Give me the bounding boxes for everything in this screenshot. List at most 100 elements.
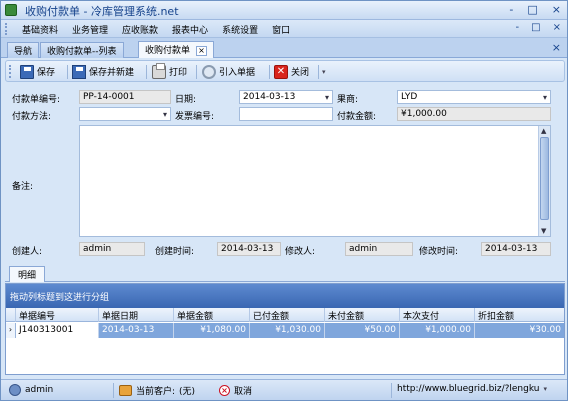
column-header[interactable]: 单据金额 [174,308,250,322]
tab-label: 收购付款单 [145,46,191,56]
tab-navigation[interactable]: 导航 [7,42,40,58]
table-cell[interactable]: ¥1,000.00 [400,323,475,338]
tab-payment-list[interactable]: 收购付款单--列表 [40,42,124,58]
toolbar-separator [146,65,147,79]
menu-item-basic-data[interactable]: 基础资料 [15,23,65,36]
date-picker[interactable]: 2014-03-13 [239,90,333,104]
vendor-select[interactable]: LYD [397,90,551,104]
close-icon: ✕ [274,64,288,79]
payment-method-label: 付款方法: [12,112,52,122]
title-bar: 收购付款单 - 冷库管理系统.net - □ × [1,1,567,20]
mdi-minimize-button[interactable]: - [516,22,520,33]
toolbar-grip-icon [9,65,12,78]
header-indicator [6,308,16,322]
print-button[interactable]: 打印 [152,62,188,80]
status-user-name: admin [25,385,54,395]
detail-grid: 拖动列标题到这进行分组 单据编号 单据日期 单据金额 已付金额 未付金额 本次支… [5,283,565,375]
menu-item-settings[interactable]: 系统设置 [215,23,265,36]
customer-value: (无) [179,387,196,397]
close-window-button[interactable]: × [552,3,561,16]
user-icon [9,384,21,396]
tab-detail[interactable]: 明细 [9,266,46,282]
close-button[interactable]: ✕ 关闭 [274,63,309,80]
website-link[interactable]: http://www.bluegrid.biz/?lengku ▾ [397,384,547,394]
scroll-up-icon[interactable]: ▲ [541,127,546,135]
detail-tab-strip: 明细 [5,266,565,282]
toolbar-overflow-button[interactable]: ▾ [322,63,326,80]
invoice-no-field[interactable] [239,107,333,121]
created-time-label: 创建时间: [155,247,195,257]
window-title: 收购付款单 - 冷库管理系统.net [25,5,179,18]
printer-icon [152,62,166,79]
close-label: 关闭 [291,68,310,78]
tab-label: 收购付款单--列表 [47,47,117,57]
scroll-thumb[interactable] [540,137,549,220]
print-label: 打印 [169,68,188,78]
minimize-button[interactable]: - [509,3,513,16]
status-bar: admin 当前客户: (无) × 取消 http://www.bluegrid… [1,379,567,400]
table-row[interactable]: J140313001 2014-03-13 ¥1,080.00 ¥1,030.0… [6,323,564,338]
mdi-restore-button[interactable]: □ [531,22,540,33]
column-header[interactable]: 未付金额 [325,308,400,322]
toolbar-separator [318,65,319,79]
customer-label: 当前客户: [136,387,176,397]
remark-label: 备注: [12,182,34,192]
payment-no-field[interactable]: PP-14-0001 [79,90,171,104]
creator-label: 创建人: [12,247,43,257]
table-cell[interactable]: J140313001 [16,323,99,338]
grid-header: 单据编号 单据日期 单据金额 已付金额 未付金额 本次支付 折扣金额 [6,308,564,322]
import-gear-icon [202,64,216,79]
cancel-customer-button[interactable]: × 取消 [219,384,252,397]
menu-bar: 基础资料 业务管理 应收账款 报表中心 系统设置 窗口 - □ × [1,20,567,38]
toolbar-separator [196,65,197,79]
save-icon [20,64,34,79]
table-cell[interactable]: ¥30.00 [475,323,564,338]
maximize-button[interactable]: □ [527,3,537,16]
column-header[interactable]: 折扣金额 [475,308,564,322]
amount-field[interactable]: ¥1,000.00 [397,107,551,121]
modified-time-field: 2014-03-13 [481,242,551,256]
chevron-down-icon: ▾ [322,67,326,76]
document-tab-strip: 导航 收购付款单--列表 收购付款单 × × [1,38,567,58]
menu-item-receivables[interactable]: 应收账款 [115,23,165,36]
toolbar-separator [67,65,68,79]
remark-textarea[interactable]: ▲ ▼ [79,125,551,237]
menu-item-window[interactable]: 窗口 [265,23,297,36]
mdi-close-button[interactable]: × [553,22,561,33]
strip-close-icon[interactable]: × [552,41,561,54]
group-by-panel[interactable]: 拖动列标题到这进行分组 [6,284,564,308]
table-cell[interactable]: ¥1,080.00 [174,323,250,338]
tab-payment-form[interactable]: 收购付款单 × [138,41,215,58]
table-cell[interactable]: ¥50.00 [325,323,400,338]
column-header[interactable]: 单据编号 [16,308,99,322]
column-header[interactable]: 单据日期 [99,308,174,322]
scroll-down-icon[interactable]: ▼ [541,227,546,235]
save-button[interactable]: 保存 [20,63,55,80]
payment-method-select[interactable] [79,107,171,121]
date-label: 日期: [175,95,197,105]
customer-icon [119,385,132,396]
menu-item-business[interactable]: 业务管理 [65,23,115,36]
tab-close-icon[interactable]: × [196,46,208,56]
save-new-button[interactable]: 保存并新建 [72,63,134,80]
app-icon [5,4,17,16]
column-header[interactable]: 本次支付 [400,308,475,322]
table-cell[interactable]: ¥1,030.00 [250,323,325,338]
tab-label: 导航 [14,47,33,57]
cancel-icon: × [219,385,230,396]
status-divider [391,383,392,398]
toolbar: 保存 保存并新建 打印 引入单据 ✕ 关闭 ▾ [5,60,565,82]
save-new-label: 保存并新建 [89,68,135,78]
chevron-down-icon: ▾ [543,385,547,393]
save-new-icon [72,64,86,79]
column-header[interactable]: 已付金额 [250,308,325,322]
import-button[interactable]: 引入单据 [202,63,255,80]
table-cell[interactable]: 2014-03-13 [99,323,174,338]
status-customer: 当前客户: (无) [119,384,195,397]
menu-item-reports[interactable]: 报表中心 [165,23,215,36]
created-time-field: 2014-03-13 [217,242,281,256]
amount-label: 付款金额: [337,112,377,122]
import-label: 引入单据 [219,68,256,78]
remark-scrollbar[interactable]: ▲ ▼ [538,126,550,236]
invoice-no-label: 发票编号: [175,112,215,122]
